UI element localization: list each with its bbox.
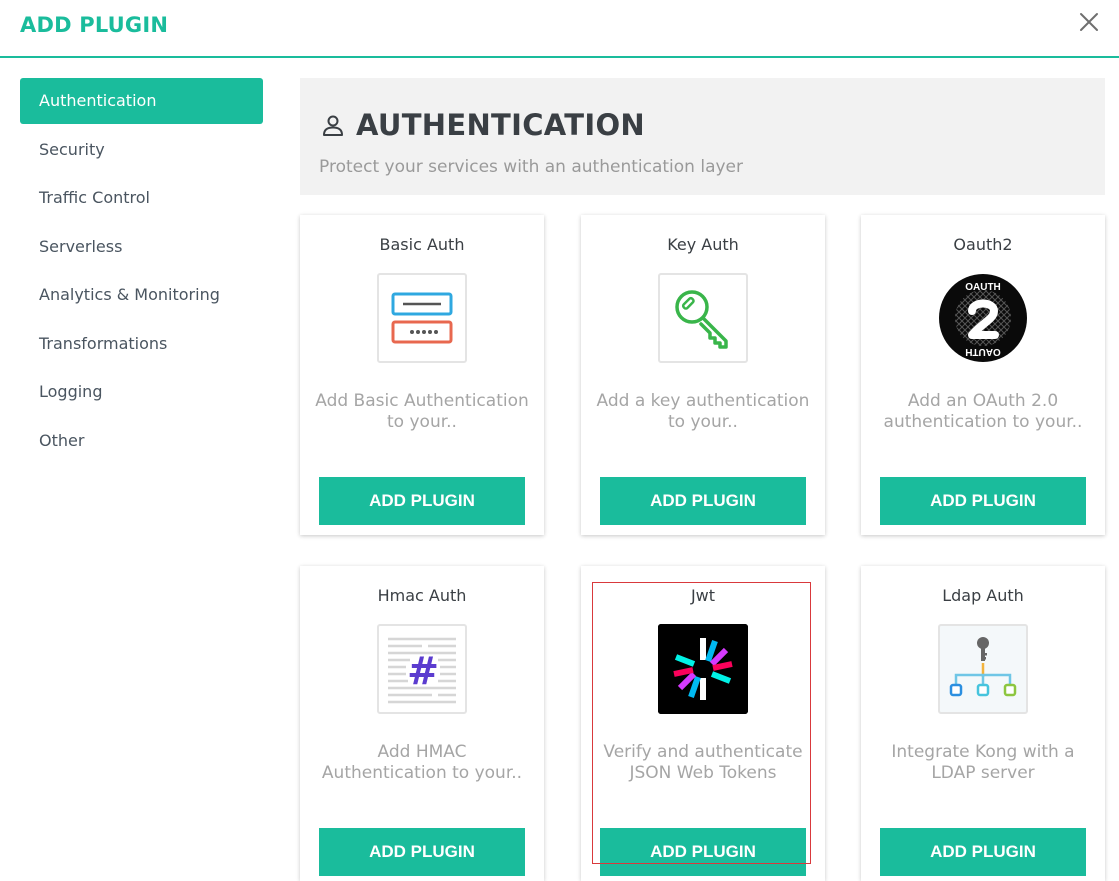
- ldap-tree-icon: [949, 637, 1017, 697]
- sidebar-item-serverless[interactable]: Serverless: [20, 224, 263, 270]
- modal-title: ADD PLUGIN: [20, 13, 169, 37]
- plugin-card-key-auth: Key Auth Add a key authentication to you…: [581, 215, 825, 535]
- sidebar-item-security[interactable]: Security: [20, 127, 263, 173]
- plugin-card-jwt: Jwt Verify and authenticate JSON Web Tok…: [581, 566, 825, 881]
- plugin-card-ldap-auth: Ldap Auth Integrate Kong with a LDAP ser…: [861, 566, 1105, 881]
- plugin-logo: #: [377, 624, 467, 714]
- key-icon: [675, 290, 728, 349]
- sidebar-item-logging[interactable]: Logging: [20, 369, 263, 415]
- plugin-description: Add HMAC Authentication to your..: [321, 742, 523, 783]
- category-sidebar: Authentication Security Traffic Control …: [20, 78, 263, 466]
- sidebar-item-other[interactable]: Other: [20, 418, 263, 464]
- modal-header: ADD PLUGIN: [0, 0, 1119, 58]
- oauth-logo-bottom-text: OAUTH: [965, 346, 1001, 357]
- add-plugin-button-basic-auth[interactable]: ADD PLUGIN: [319, 477, 525, 525]
- oauth2-logo-icon: OAUTH OAUTH: [939, 274, 1027, 362]
- sidebar-item-transformations[interactable]: Transformations: [20, 321, 263, 367]
- plugin-description: Add Basic Authentication to your..: [315, 391, 529, 432]
- svg-text:#: #: [407, 649, 439, 693]
- jwt-logo-icon: [658, 624, 748, 714]
- plugin-card-hmac-auth: Hmac Auth # Add HMAC Authentication to y…: [300, 566, 544, 881]
- plugin-card-oauth2: Oauth2 OAUTH OAUTH Add an OAuth 2.0 auth…: [861, 215, 1105, 535]
- add-plugin-button-key-auth[interactable]: ADD PLUGIN: [600, 477, 806, 525]
- hash-document-icon: #: [388, 637, 456, 704]
- section-header: AUTHENTICATION Protect your services wit…: [300, 78, 1105, 195]
- close-button[interactable]: [1076, 9, 1102, 35]
- plugin-logo: OAUTH OAUTH: [938, 273, 1028, 363]
- oauth-logo-top-text: OAUTH: [965, 282, 1001, 293]
- add-plugin-button-oauth2[interactable]: ADD PLUGIN: [880, 477, 1086, 525]
- plugin-description: Verify and authenticate JSON Web Tokens: [603, 742, 803, 783]
- sidebar-item-authentication[interactable]: Authentication: [20, 78, 263, 124]
- plugin-name: Basic Auth: [379, 235, 465, 254]
- plugin-card-basic-auth: Basic Auth Add Basic Authentication to y…: [300, 215, 544, 535]
- close-icon: [1080, 13, 1098, 31]
- add-plugin-button-jwt[interactable]: ADD PLUGIN: [600, 828, 806, 876]
- plugin-name: Hmac Auth: [377, 586, 467, 605]
- plugin-logo: [658, 273, 748, 363]
- basic-auth-form-icon: [391, 292, 453, 344]
- plugin-description: Add a key authentication to your..: [596, 391, 810, 432]
- plugin-name: Jwt: [690, 586, 716, 605]
- section-subtitle: Protect your services with an authentica…: [319, 157, 743, 177]
- plugin-logo: [938, 624, 1028, 714]
- sidebar-item-analytics-monitoring[interactable]: Analytics & Monitoring: [20, 272, 263, 318]
- section-title: AUTHENTICATION: [356, 108, 645, 142]
- plugin-name: Oauth2: [953, 235, 1013, 254]
- plugin-name: Key Auth: [667, 235, 739, 254]
- sidebar-item-traffic-control[interactable]: Traffic Control: [20, 175, 263, 221]
- add-plugin-button-hmac-auth[interactable]: ADD PLUGIN: [319, 828, 525, 876]
- add-plugin-button-ldap-auth[interactable]: ADD PLUGIN: [880, 828, 1086, 876]
- user-icon: [323, 115, 343, 136]
- plugin-name: Ldap Auth: [942, 586, 1024, 605]
- plugin-logo: [658, 624, 748, 714]
- plugin-description: Integrate Kong with a LDAP server: [891, 742, 1075, 783]
- plugin-logo: [377, 273, 467, 363]
- add-plugin-modal: ADD PLUGIN Authentication Security Traff…: [0, 0, 1119, 881]
- plugin-description: Add an OAuth 2.0 authentication to your.…: [883, 391, 1083, 432]
